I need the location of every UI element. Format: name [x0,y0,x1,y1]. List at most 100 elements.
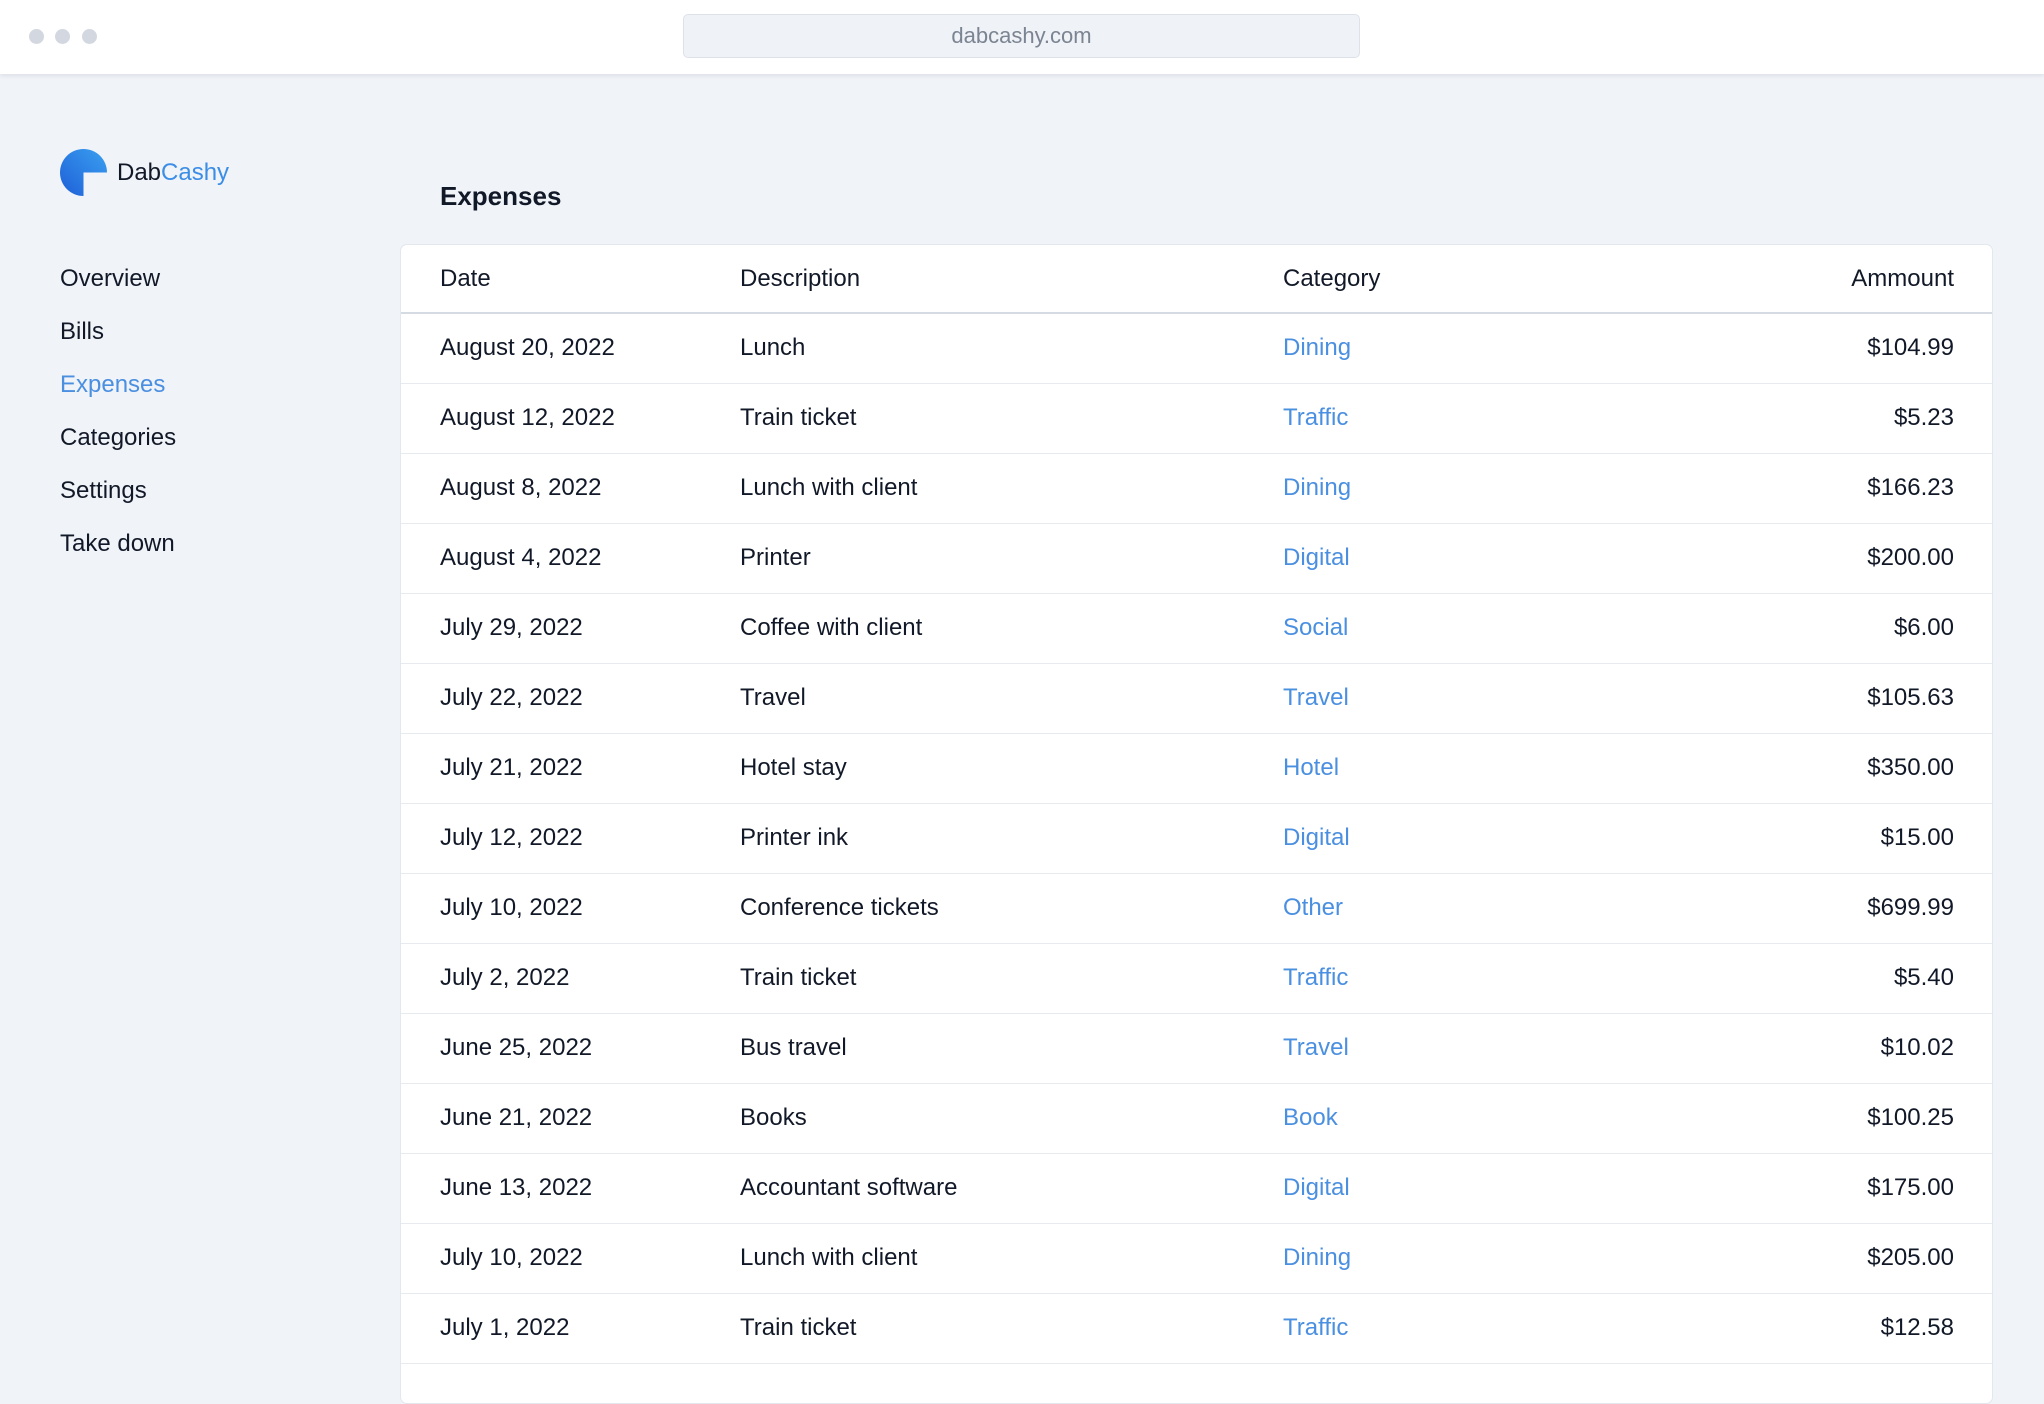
category-link[interactable]: Travel [1283,1034,1349,1061]
browser-toolbar: dabcashy.com [0,0,2044,74]
cell-description: Lunch [740,334,806,362]
category-link[interactable]: Social [1283,614,1348,641]
brand-name-suffix: Cashy [161,159,230,186]
category-link[interactable]: Hotel [1283,754,1339,781]
table-row[interactable]: July 12, 2022 Printer ink Digital $15.00 [401,803,1992,873]
expenses-table-card: Date Description Category Ammount August… [400,244,1993,1404]
table-row[interactable]: August 20, 2022 Lunch Dining $104.99 [401,313,1992,383]
cell-description: Train ticket [740,404,857,431]
sidebar-item-settings[interactable]: Settings [60,472,360,525]
cell-date: July 22, 2022 [440,684,583,711]
cell-date: June 21, 2022 [440,1104,593,1131]
sidebar-item-take-down[interactable]: Take down [60,525,360,578]
cell-description: Lunch with client [740,474,918,501]
column-header-amount[interactable]: Ammount [1771,245,1992,313]
cell-description: Travel [740,684,806,711]
address-bar[interactable]: dabcashy.com [683,14,1360,58]
table-row[interactable]: June 25, 2022 Bus travel Travel $10.02 [401,1013,1992,1083]
cell-amount: $104.99 [1867,334,1954,362]
cell-amount: $105.63 [1867,684,1954,711]
table-row[interactable]: July 10, 2022 Conference tickets Other $… [401,873,1992,943]
cell-amount: $5.23 [1893,404,1954,431]
cell-description: Bus travel [740,1034,847,1061]
cell-amount: $15.00 [1880,824,1954,851]
window-dot-icon[interactable] [55,29,70,44]
cell-date: July 10, 2022 [440,1244,583,1271]
table-row[interactable]: July 1, 2022 Train ticket Traffic $12.58 [401,1293,1992,1363]
category-link[interactable]: Digital [1283,1174,1350,1201]
page-title: Expenses [440,181,562,211]
table-row[interactable]: August 4, 2022 Printer Digital $200.00 [401,523,1992,593]
table-row[interactable]: June 13, 2022 Accountant software Digita… [401,1153,1992,1223]
cell-date: August 4, 2022 [440,544,602,571]
column-header-date[interactable]: Date [401,245,740,313]
table-row[interactable]: July 2, 2022 Train ticket Traffic $5.40 [401,943,1992,1013]
cell-description: Printer [740,544,811,571]
column-header-category[interactable]: Category [1283,245,1771,313]
cell-date: August 12, 2022 [440,404,615,431]
cell-date: July 2, 2022 [440,964,570,991]
category-link[interactable]: Traffic [1283,404,1348,431]
category-link[interactable]: Dining [1283,1244,1351,1271]
table-row[interactable]: August 8, 2022 Lunch with client Dining … [401,453,1992,523]
cell-date: August 20, 2022 [440,334,615,362]
cell-description: Books [740,1104,807,1131]
cell-date: June 25, 2022 [440,1034,593,1061]
sidebar-item-overview[interactable]: Overview [60,260,360,313]
cell-amount: $10.02 [1880,1034,1954,1061]
column-header-description[interactable]: Description [740,245,1283,313]
sidebar-item-bills[interactable]: Bills [60,313,360,366]
category-link[interactable]: Dining [1283,474,1351,501]
category-link[interactable]: Digital [1283,824,1350,851]
cell-description: Train ticket [740,1314,857,1341]
cell-description: Conference tickets [740,894,939,921]
cell-description: Coffee with client [740,614,923,641]
brand-name: DabCashy [117,149,229,196]
category-link[interactable]: Traffic [1283,1314,1348,1341]
table-row[interactable]: July 29, 2022 Coffee with client Social … [401,593,1992,663]
sidebar-item-expenses[interactable]: Expenses [60,366,360,419]
brand-name-prefix: Dab [117,159,162,186]
cell-amount: $200.00 [1867,544,1954,571]
table-row[interactable]: July 10, 2022 Lunch with client Dining $… [401,1223,1992,1293]
cell-amount: $175.00 [1867,1174,1954,1201]
dabcashy-logo-icon [60,149,107,196]
table-row[interactable]: July 21, 2022 Hotel stay Hotel $350.00 [401,733,1992,803]
cell-date: June 13, 2022 [440,1174,593,1201]
cell-amount: $699.99 [1867,894,1954,921]
cell-date: July 10, 2022 [440,894,583,921]
category-link[interactable]: Digital [1283,544,1350,571]
cell-amount: $205.00 [1867,1244,1954,1271]
cell-amount: $100.25 [1867,1104,1954,1131]
cell-description: Printer ink [740,824,849,851]
cell-amount: $5.40 [1893,964,1954,991]
sidebar-nav: Overview Bills Expenses Categories Setti… [60,260,360,578]
cell-description: Hotel stay [740,754,847,781]
category-link[interactable]: Book [1283,1104,1338,1131]
table-row[interactable]: August 12, 2022 Train ticket Traffic $5.… [401,383,1992,453]
cell-date: July 29, 2022 [440,614,583,641]
sidebar-item-categories[interactable]: Categories [60,419,360,472]
cell-description: Train ticket [740,964,857,991]
cell-date: July 1, 2022 [440,1314,570,1341]
brand[interactable]: DabCashy [60,149,229,196]
category-link[interactable]: Other [1283,894,1343,921]
cell-description: Lunch with client [740,1244,918,1271]
cell-date: July 12, 2022 [440,824,583,851]
table-row[interactable]: June 21, 2022 Books Book $100.25 [401,1083,1992,1153]
cell-date: July 21, 2022 [440,754,583,781]
category-link[interactable]: Traffic [1283,964,1348,991]
category-link[interactable]: Travel [1283,684,1349,711]
cell-amount: $166.23 [1867,474,1954,501]
address-bar-url: dabcashy.com [951,23,1092,48]
window-dot-icon[interactable] [29,29,44,44]
expenses-table: Date Description Category Ammount August… [401,245,1992,1364]
cell-date: August 8, 2022 [440,474,602,501]
cell-amount: $6.00 [1893,614,1954,641]
cell-amount: $350.00 [1867,754,1954,781]
table-row[interactable]: July 22, 2022 Travel Travel $105.63 [401,663,1992,733]
cell-description: Accountant software [740,1174,958,1201]
cell-amount: $12.58 [1880,1314,1954,1341]
window-dot-icon[interactable] [82,29,97,44]
category-link[interactable]: Dining [1283,334,1351,361]
